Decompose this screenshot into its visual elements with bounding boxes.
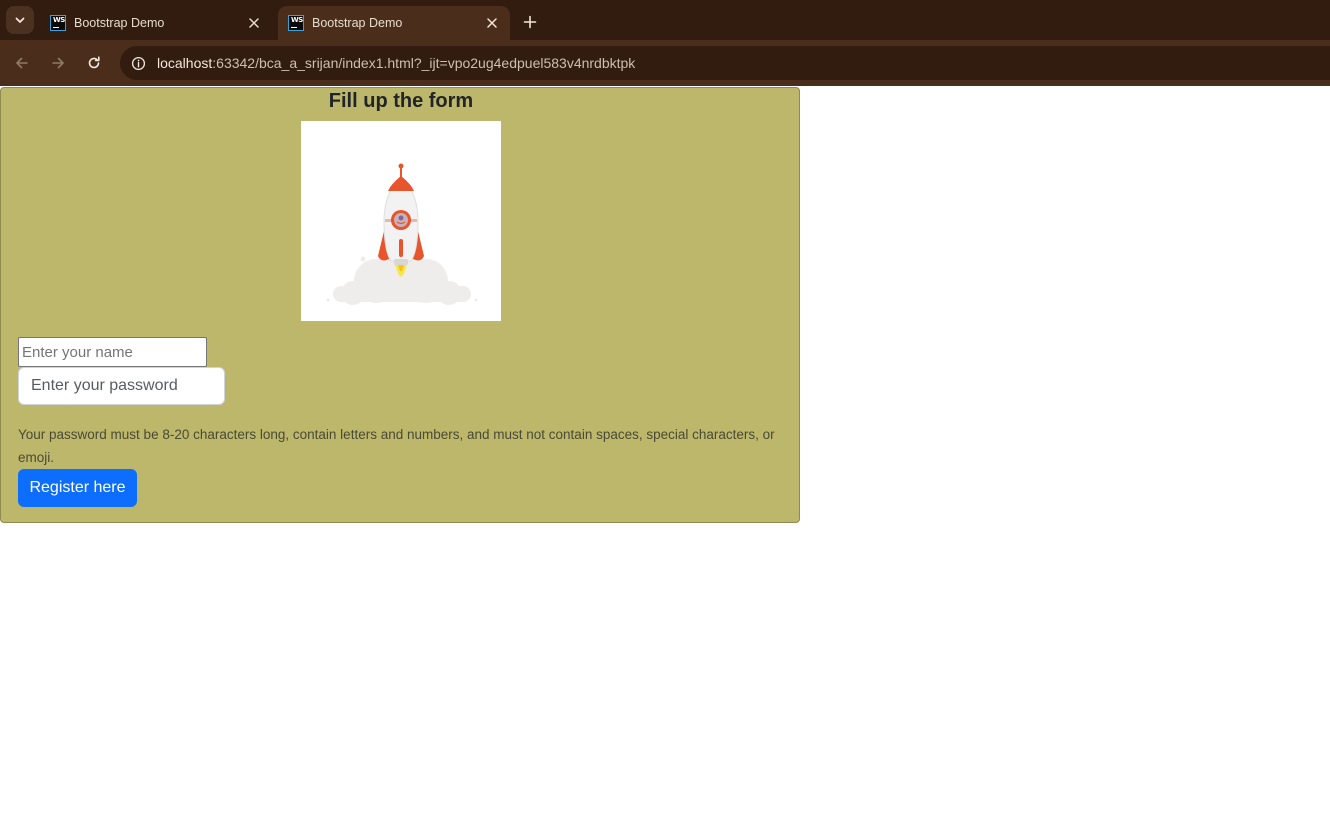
site-info-button[interactable] <box>130 55 146 71</box>
reload-button[interactable] <box>81 50 107 76</box>
forward-button[interactable] <box>45 50 71 76</box>
url-path: :63342/bca_a_srijan/index1.html?_ijt=vpo… <box>212 55 636 71</box>
rocket-icon <box>326 163 478 305</box>
close-tab-button[interactable] <box>246 15 262 31</box>
close-icon <box>249 18 259 28</box>
url-host: localhost <box>157 55 213 71</box>
arrow-right-icon <box>52 57 64 69</box>
tab-search-button[interactable] <box>6 6 34 34</box>
password-input[interactable] <box>18 367 225 405</box>
new-tab-button[interactable] <box>518 10 542 34</box>
plus-icon <box>523 15 537 29</box>
close-icon <box>487 18 497 28</box>
reload-icon <box>88 56 100 69</box>
rocket-image <box>301 121 501 321</box>
tab-title: Bootstrap Demo <box>74 16 165 30</box>
address-url: localhost:63342/bca_a_srijan/index1.html… <box>157 55 635 71</box>
back-button[interactable] <box>9 50 35 76</box>
info-icon <box>131 56 145 70</box>
browser-tabstrip: WS Bootstrap Demo WS Bootstrap Demo <box>0 0 1330 40</box>
register-button[interactable]: Register here <box>18 469 137 507</box>
address-bar[interactable]: localhost:63342/bca_a_srijan/index1.html… <box>120 46 1330 80</box>
form-title: Fill up the form <box>328 90 474 112</box>
webstorm-icon: WS <box>288 15 304 31</box>
tab-title: Bootstrap Demo <box>312 16 403 30</box>
arrow-left-icon <box>16 57 28 69</box>
password-help-text: Your password must be 8-20 characters lo… <box>18 427 775 465</box>
webstorm-icon: WS <box>50 15 66 31</box>
browser-tab[interactable]: WS Bootstrap Demo <box>40 6 272 40</box>
browser-tab-active[interactable]: WS Bootstrap Demo <box>278 6 510 40</box>
close-tab-button[interactable] <box>484 15 500 31</box>
name-input[interactable] <box>18 337 207 367</box>
form-card: Fill up the form Enter your name Your pa… <box>0 87 800 523</box>
browser-toolbar: localhost:63342/bca_a_srijan/index1.html… <box>0 40 1330 86</box>
page-viewport: Fill up the form Enter your name Your pa… <box>0 87 1330 822</box>
chevron-down-icon <box>15 17 25 23</box>
